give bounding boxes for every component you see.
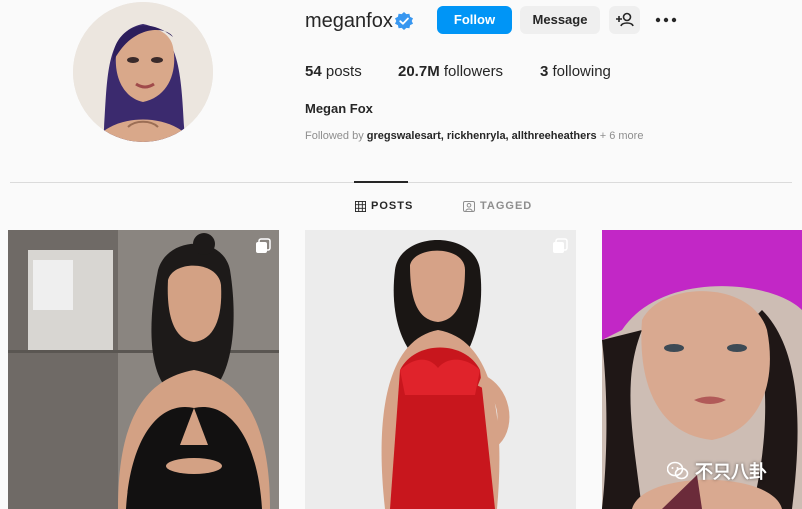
stat-posts: 54 posts (305, 63, 362, 81)
tab-posts[interactable]: POSTS (355, 200, 413, 212)
followed-by[interactable]: Followed by gregswalesart, rickhenryla, … (305, 130, 643, 142)
tab-posts-label: POSTS (371, 200, 414, 212)
posts-label: posts (325, 63, 362, 80)
post-image-black-dress (8, 230, 279, 509)
grid-icon (355, 200, 366, 212)
stat-following[interactable]: 3 following (540, 63, 611, 81)
carousel-icon (553, 238, 568, 253)
followers-label: followers (443, 63, 504, 80)
wechat-icon (667, 461, 689, 480)
stat-followers[interactable]: 20.7M followers (398, 63, 503, 81)
profile-avatar[interactable] (73, 2, 213, 142)
wechat-watermark: 不只八卦 (667, 458, 767, 484)
followed-by-names: gregswalesart, rickhenryla, allthreeheat… (366, 130, 597, 142)
active-tab-indicator (354, 181, 408, 183)
followed-by-prefix: Followed by (305, 130, 364, 142)
carousel-icon (256, 238, 271, 253)
following-count: 3 (540, 63, 549, 80)
following-label: following (552, 63, 611, 80)
followed-by-more: + 6 more (599, 130, 644, 142)
more-options-icon[interactable] (655, 10, 677, 30)
post-thumbnail[interactable] (8, 230, 279, 509)
profile-full-name: Megan Fox (305, 101, 373, 116)
add-person-button[interactable] (609, 6, 640, 34)
follow-button[interactable]: Follow (437, 6, 512, 34)
tab-tagged[interactable]: TAGGED (463, 200, 532, 212)
profile-username: meganfox (305, 10, 393, 32)
post-thumbnail[interactable] (305, 230, 576, 509)
followers-count: 20.7M (398, 63, 440, 80)
add-person-icon (616, 12, 634, 27)
avatar-illustration (73, 2, 213, 142)
message-button[interactable]: Message (520, 6, 600, 34)
post-image-red-dress (305, 230, 576, 509)
watermark-text: 不只八卦 (695, 462, 767, 482)
posts-count: 54 (305, 63, 322, 80)
tag-person-icon (463, 200, 475, 212)
verified-badge-icon (395, 12, 413, 30)
tab-tagged-label: TAGGED (480, 200, 533, 212)
